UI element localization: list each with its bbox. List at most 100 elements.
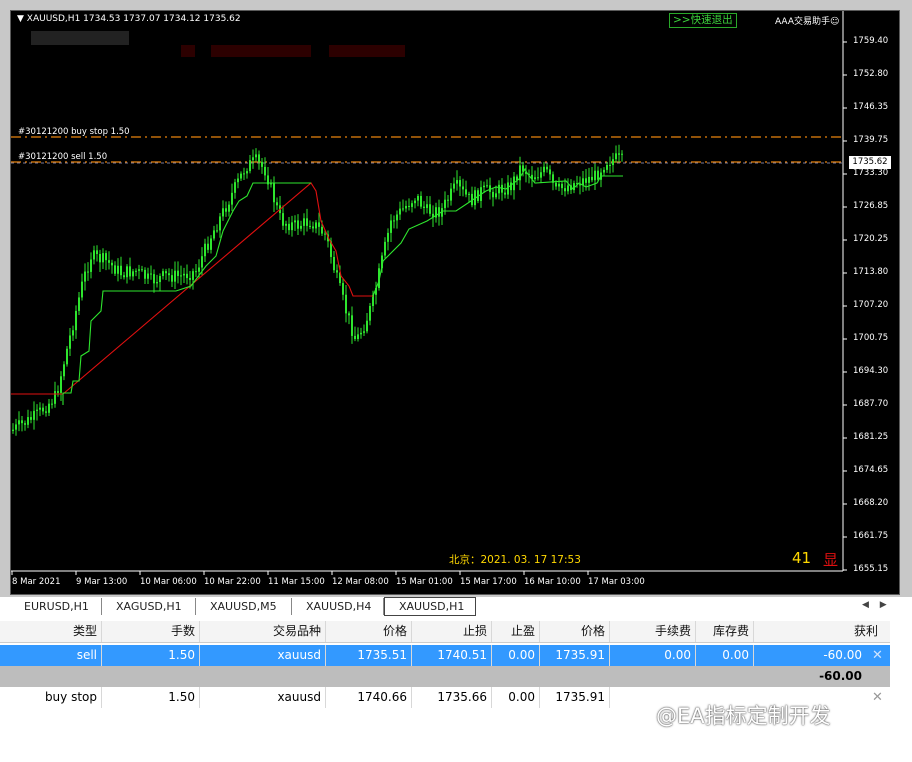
candle-body	[42, 407, 44, 412]
buy-stop-order-label[interactable]: #30121200 buy stop 1.50	[18, 127, 130, 137]
candle-body	[147, 273, 149, 279]
candle-body	[78, 297, 80, 311]
price-tick-label: 1707.20	[853, 300, 889, 310]
tab-scroll-arrows[interactable]: ◀ ▶	[862, 600, 891, 610]
col-lots[interactable]: 手数	[102, 621, 200, 642]
candle-body	[348, 313, 350, 316]
close-order-icon[interactable]: ✕	[872, 687, 883, 708]
candle-body	[180, 275, 182, 277]
price-tick-label: 1661.75	[853, 531, 889, 541]
col-tp[interactable]: 止盈	[492, 621, 540, 642]
candle-body	[399, 208, 401, 215]
close-order-icon[interactable]: ✕	[872, 645, 883, 666]
candle-body	[132, 271, 134, 277]
candle-body	[150, 273, 152, 275]
trailing-stop-up-line	[62, 182, 311, 405]
candle-body	[33, 410, 35, 420]
col-type[interactable]: 类型	[0, 621, 102, 642]
price-tick-label: 1746.35	[853, 102, 889, 112]
candle-body	[363, 331, 365, 333]
cell-price: 1740.66	[326, 687, 412, 708]
candle-body	[306, 218, 308, 226]
price-chart[interactable]: ▼ XAUUSD,H1 1734.53 1737.07 1734.12 1735…	[10, 10, 900, 595]
candle-body	[486, 185, 488, 187]
candle-body	[366, 320, 368, 332]
cell-type: sell	[0, 645, 102, 666]
price-tick-label: 1739.75	[853, 135, 889, 145]
price-tick-label: 1759.40	[853, 36, 889, 46]
candle-body	[93, 250, 95, 260]
watermark: @EA指标定制开发	[656, 704, 831, 728]
candle-body	[60, 376, 62, 393]
candle-body	[585, 178, 587, 183]
candle-body	[216, 230, 218, 232]
candle-body	[75, 310, 77, 331]
time-tick-label: 9 Mar 13:00	[76, 577, 128, 587]
cell-sl: 1740.51	[412, 645, 492, 666]
tab-xauusd-h1[interactable]: XAUUSD,H1	[384, 597, 476, 616]
candle-body	[165, 271, 167, 274]
price-tick-label: 1700.75	[853, 333, 889, 343]
display-toggle-button[interactable]: 显	[823, 549, 838, 570]
cell-current-price: 1735.91	[540, 645, 610, 666]
col-symbol[interactable]: 交易品种	[200, 621, 326, 642]
candle-body	[537, 177, 539, 179]
collapse-triangle-icon[interactable]: ▼	[17, 14, 24, 24]
candle-body	[186, 273, 188, 279]
cell-lots: 1.50	[102, 645, 200, 666]
col-current-price[interactable]: 价格	[540, 621, 610, 642]
col-swap[interactable]: 库存费	[696, 621, 754, 642]
chart-canvas	[11, 11, 847, 575]
candle-body	[51, 403, 53, 405]
col-sl[interactable]: 止损	[412, 621, 492, 642]
col-commission[interactable]: 手续费	[610, 621, 696, 642]
candle-body	[300, 225, 302, 229]
candle-body	[234, 182, 236, 193]
price-tick-label: 1694.30	[853, 366, 889, 376]
table-row[interactable]: sell 1.50 xauusd 1735.51 1740.51 0.00 17…	[0, 645, 890, 666]
candle-body	[492, 191, 494, 198]
price-tick-label: 1720.25	[853, 234, 889, 244]
candle-body	[261, 161, 263, 167]
col-profit[interactable]: 获利	[754, 621, 882, 642]
tab-xauusd-m5[interactable]: XAUUSD,M5	[196, 598, 292, 615]
cell-commission: 0.00	[610, 645, 696, 666]
col-price[interactable]: 价格	[326, 621, 412, 642]
candle-body	[288, 223, 290, 231]
cell-symbol: xauusd	[200, 687, 326, 708]
candle-body	[321, 226, 323, 234]
candle-body	[258, 154, 260, 162]
tab-xauusd-h4[interactable]: XAUUSD,H4	[292, 598, 384, 615]
candle-body	[609, 164, 611, 166]
cell-tp: 0.00	[492, 687, 540, 708]
price-tick-label: 1733.30	[853, 168, 889, 178]
candle-body	[444, 199, 446, 209]
candle-body	[105, 253, 107, 261]
sell-order-label[interactable]: #30121200 sell 1.50	[18, 152, 107, 162]
candle-body	[171, 275, 173, 282]
candle-body	[429, 204, 431, 214]
candle-body	[12, 429, 14, 431]
candle-body	[543, 166, 545, 173]
cell-type: buy stop	[0, 687, 102, 708]
tab-xagusd-h1[interactable]: XAGUSD,H1	[102, 598, 196, 615]
time-tick-label: 8 Mar 2021	[12, 577, 61, 587]
candle-body	[414, 200, 416, 204]
candle-body	[57, 391, 59, 393]
candle-body	[303, 218, 305, 226]
price-tick-label: 1713.80	[853, 267, 889, 277]
candle-body	[102, 253, 104, 263]
candle-body	[189, 278, 191, 280]
candle-body	[417, 195, 419, 201]
candle-body	[276, 202, 278, 206]
candle-body	[237, 178, 239, 183]
candle-body	[621, 153, 623, 155]
candle-body	[294, 220, 296, 223]
quick-exit-button[interactable]: >>快速退出	[669, 13, 737, 28]
price-tick-label: 1687.70	[853, 399, 889, 409]
candle-body	[36, 409, 38, 411]
symbol-quote: XAUUSD,H1 1734.53 1737.07 1734.12 1735.6…	[26, 14, 241, 24]
tab-eurusd-h1[interactable]: EURUSD,H1	[10, 598, 102, 615]
candle-body	[411, 203, 413, 207]
candle-body	[318, 222, 320, 227]
